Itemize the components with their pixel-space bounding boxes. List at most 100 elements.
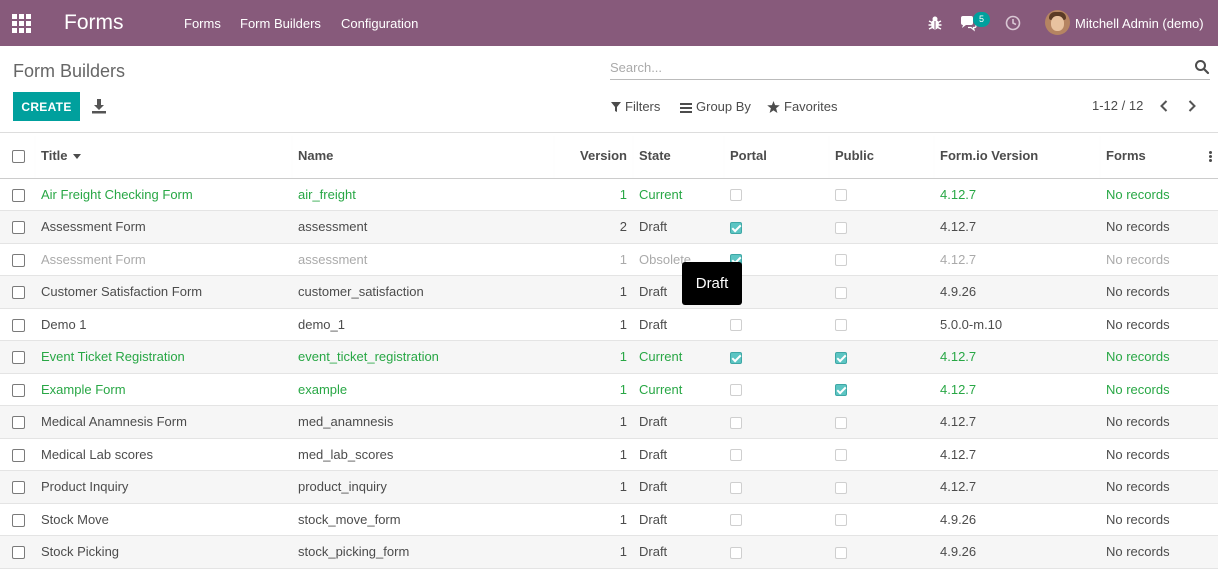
title-cell[interactable]: Medical Lab scores bbox=[35, 438, 292, 471]
row-select-checkbox[interactable] bbox=[12, 253, 25, 267]
row-select-checkbox[interactable] bbox=[12, 188, 25, 202]
group-by-button[interactable]: Group By bbox=[680, 98, 751, 116]
forms-cell[interactable]: No records bbox=[1100, 535, 1218, 569]
version-cell[interactable]: 1 bbox=[554, 503, 633, 536]
state-cell[interactable]: Draft bbox=[633, 503, 724, 536]
formio-version-cell[interactable]: 5.0.0-m.10 bbox=[934, 308, 1100, 341]
table-row[interactable]: Event Ticket Registration event_ticket_re… bbox=[0, 340, 1218, 374]
col-public-header[interactable]: Public bbox=[829, 133, 934, 179]
row-select-checkbox[interactable] bbox=[12, 546, 25, 560]
name-cell[interactable]: assessment bbox=[292, 243, 554, 276]
filters-button[interactable]: Filters bbox=[611, 98, 660, 116]
debug-bug-icon[interactable] bbox=[926, 14, 944, 32]
row-select-checkbox[interactable] bbox=[12, 351, 25, 365]
formio-version-cell[interactable]: 4.12.7 bbox=[934, 340, 1100, 374]
table-row[interactable]: Product Inquiry product_inquiry 1 Draft 4.12… bbox=[0, 470, 1218, 504]
name-cell[interactable]: event_ticket_registration bbox=[292, 340, 554, 374]
title-cell[interactable]: Assessment Form bbox=[35, 243, 292, 276]
state-cell[interactable]: Current bbox=[633, 340, 724, 374]
row-select-checkbox[interactable] bbox=[12, 481, 25, 495]
name-cell[interactable]: stock_picking_form bbox=[292, 535, 554, 569]
formio-version-cell[interactable]: 4.9.26 bbox=[934, 503, 1100, 536]
version-cell[interactable]: 1 bbox=[554, 373, 633, 406]
formio-version-cell[interactable]: 4.9.26 bbox=[934, 275, 1100, 309]
forms-cell[interactable]: No records bbox=[1100, 243, 1218, 276]
name-cell[interactable]: assessment bbox=[292, 210, 554, 244]
formio-version-cell[interactable]: 4.9.26 bbox=[934, 535, 1100, 569]
menu-form-builders[interactable]: Form Builders bbox=[240, 16, 321, 31]
name-cell[interactable]: stock_move_form bbox=[292, 503, 554, 536]
forms-cell[interactable]: No records bbox=[1100, 178, 1218, 211]
state-cell[interactable]: Current bbox=[633, 178, 724, 211]
row-select-checkbox[interactable] bbox=[12, 383, 25, 397]
state-cell[interactable]: Draft bbox=[633, 308, 724, 341]
state-cell[interactable]: Current bbox=[633, 373, 724, 406]
formio-version-cell[interactable]: 4.12.7 bbox=[934, 178, 1100, 211]
search-icon[interactable] bbox=[1194, 59, 1210, 75]
state-cell[interactable]: Draft bbox=[633, 405, 724, 439]
formio-version-cell[interactable]: 4.12.7 bbox=[934, 210, 1100, 244]
title-cell[interactable]: Air Freight Checking Form bbox=[35, 178, 292, 211]
user-avatar[interactable] bbox=[1045, 10, 1070, 35]
forms-cell[interactable]: No records bbox=[1100, 503, 1218, 536]
row-select-checkbox[interactable] bbox=[12, 318, 25, 332]
forms-cell[interactable]: No records bbox=[1100, 210, 1218, 244]
row-select-checkbox[interactable] bbox=[12, 513, 25, 527]
create-button[interactable]: CREATE bbox=[13, 92, 80, 121]
name-cell[interactable]: product_inquiry bbox=[292, 470, 554, 504]
formio-version-cell[interactable]: 4.12.7 bbox=[934, 405, 1100, 439]
pager-next-icon[interactable] bbox=[1185, 98, 1199, 114]
favorites-button[interactable]: Favorites bbox=[767, 98, 837, 116]
table-row[interactable]: Stock Picking stock_picking_form 1 Draft 4.9… bbox=[0, 535, 1218, 569]
name-cell[interactable]: med_lab_scores bbox=[292, 438, 554, 471]
forms-cell[interactable]: No records bbox=[1100, 275, 1218, 309]
title-cell[interactable]: Stock Picking bbox=[35, 535, 292, 569]
row-select-checkbox[interactable] bbox=[12, 221, 25, 235]
version-cell[interactable]: 1 bbox=[554, 470, 633, 504]
title-cell[interactable]: Example Form bbox=[35, 373, 292, 406]
table-row[interactable]: Customer Satisfaction Form customer_satis… bbox=[0, 275, 1218, 309]
formio-version-cell[interactable]: 4.12.7 bbox=[934, 243, 1100, 276]
version-cell[interactable]: 1 bbox=[554, 405, 633, 439]
activity-clock-icon[interactable] bbox=[1004, 14, 1022, 32]
formio-version-cell[interactable]: 4.12.7 bbox=[934, 373, 1100, 406]
forms-cell[interactable]: No records bbox=[1100, 438, 1218, 471]
name-cell[interactable]: demo_1 bbox=[292, 308, 554, 341]
version-cell[interactable]: 2 bbox=[554, 210, 633, 244]
forms-cell[interactable]: No records bbox=[1100, 340, 1218, 374]
title-cell[interactable]: Event Ticket Registration bbox=[35, 340, 292, 374]
col-name-header[interactable]: Name bbox=[292, 133, 554, 179]
table-row[interactable]: Assessment Form assessment 2 Draft 4.12.7 No … bbox=[0, 210, 1218, 244]
col-state-header[interactable]: State bbox=[633, 133, 724, 179]
row-select-checkbox[interactable] bbox=[12, 448, 25, 462]
optional-columns-icon[interactable] bbox=[1209, 150, 1212, 162]
name-cell[interactable]: example bbox=[292, 373, 554, 406]
menu-forms[interactable]: Forms bbox=[184, 16, 221, 31]
pager-previous-icon[interactable] bbox=[1157, 98, 1171, 114]
forms-cell[interactable]: No records bbox=[1100, 405, 1218, 439]
table-row[interactable]: Medical Anamnesis Form med_anamnesis 1 Draf… bbox=[0, 405, 1218, 439]
version-cell[interactable]: 1 bbox=[554, 438, 633, 471]
state-cell[interactable]: Draft bbox=[633, 210, 724, 244]
title-cell[interactable]: Assessment Form bbox=[35, 210, 292, 244]
name-cell[interactable]: med_anamnesis bbox=[292, 405, 554, 439]
row-select-checkbox[interactable] bbox=[12, 416, 25, 430]
version-cell[interactable]: 1 bbox=[554, 178, 633, 211]
formio-version-cell[interactable]: 4.12.7 bbox=[934, 470, 1100, 504]
search-input[interactable] bbox=[610, 57, 1180, 77]
version-cell[interactable]: 1 bbox=[554, 275, 633, 309]
name-cell[interactable]: customer_satisfaction bbox=[292, 275, 554, 309]
state-cell[interactable]: Draft bbox=[633, 470, 724, 504]
apps-menu-icon[interactable] bbox=[12, 14, 31, 33]
version-cell[interactable]: 1 bbox=[554, 243, 633, 276]
menu-configuration[interactable]: Configuration bbox=[341, 16, 418, 31]
formio-version-cell[interactable]: 4.12.7 bbox=[934, 438, 1100, 471]
select-all-checkbox[interactable] bbox=[12, 149, 25, 163]
state-cell[interactable]: Draft bbox=[633, 438, 724, 471]
table-row[interactable]: Demo 1 demo_1 1 Draft 5.0.0-m.10 No records bbox=[0, 308, 1218, 341]
name-cell[interactable]: air_freight bbox=[292, 178, 554, 211]
table-row[interactable]: Medical Lab scores med_lab_scores 1 Draft 4.… bbox=[0, 438, 1218, 471]
table-row[interactable]: Assessment Form assessment 1 Obsolete 4.12.7… bbox=[0, 243, 1218, 276]
table-row[interactable]: Stock Move stock_move_form 1 Draft 4.9.26 No … bbox=[0, 503, 1218, 536]
forms-cell[interactable]: No records bbox=[1100, 470, 1218, 504]
